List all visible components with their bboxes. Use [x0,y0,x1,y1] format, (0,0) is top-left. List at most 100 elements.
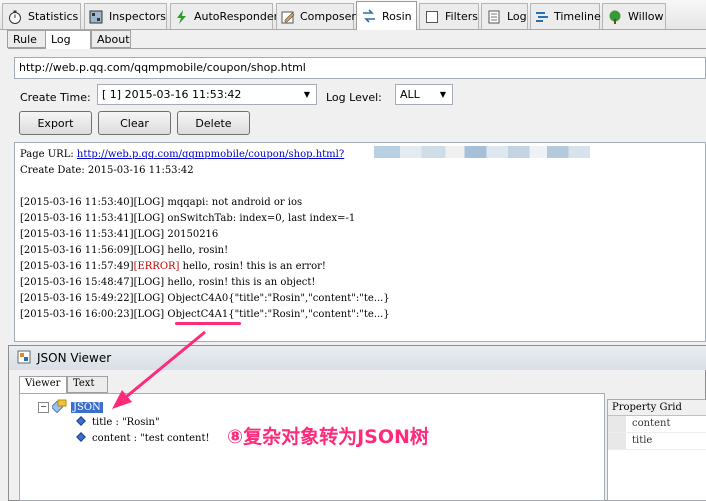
tab-filters[interactable]: Filters [419,3,479,29]
clear-button[interactable]: Clear [98,111,171,135]
create-date-line: Create Date: 2015-03-16 11:53:42 [20,165,194,176]
chevron-down-icon: ▼ [303,90,311,99]
log-time: [2015-03-16 11:53:41] [20,213,134,224]
create-time-value: [ 1] 2015-03-16 11:53:42 [102,88,242,101]
log-line: [2015-03-16 15:48:47][LOG] hello, rosin!… [20,275,700,291]
log-line: [2015-03-16 11:57:49][ERROR] hello, rosi… [20,259,700,275]
log-line: [2015-03-16 11:56:09][LOG] hello, rosin! [20,243,700,259]
tab-willow[interactable]: Willow [602,3,666,29]
log-line: [2015-03-16 11:53:41][LOG] 20150216 [20,227,700,243]
button-label: Delete [195,116,232,130]
log-message: mqqapi: not android or ios [164,197,303,208]
log-message: hello, rosin! this is an object! [164,277,316,288]
json-root-label: JSON [71,402,103,413]
log-level: [LOG] [133,245,165,256]
json-tree-node[interactable]: title : "Rosin" [76,416,160,429]
tab-statistics[interactable]: Statistics [2,3,81,29]
url-field[interactable]: http://web.p.qq.com/qqmpmobile/coupon/sh… [14,57,706,79]
collapse-toggle-icon[interactable]: − [38,402,49,413]
log-line: [2015-03-16 11:53:40][LOG] mqqapi: not a… [20,195,700,211]
log-output[interactable]: Page URL: http://web.p.qq.com/qqmpmobile… [14,142,706,342]
json-viewer-titlebar[interactable]: JSON Viewer [9,346,706,370]
rosin-arrows-icon [361,8,377,24]
url-text: http://web.p.qq.com/qqmpmobile/coupon/sh… [19,61,306,74]
json-node-label: content : "test content! [92,433,210,444]
log-level: [LOG] [133,213,165,224]
tab-inspectors[interactable]: Inspectors [84,3,167,29]
button-label: Export [37,116,74,130]
tab-label: Log [51,33,71,46]
timeline-icon [535,9,549,25]
log-line[interactable]: [2015-03-16 15:49:22][LOG] ObjectC4A0{"t… [20,291,700,307]
diamond-icon [76,432,86,445]
property-row[interactable]: content [608,416,706,433]
tab-autoresponder[interactable]: AutoResponder [170,3,278,29]
export-button[interactable]: Export [19,111,92,135]
property-grid[interactable]: Property Grid content title [607,399,706,501]
json-node-label: title : "Rosin" [92,417,160,428]
log-line: [2015-03-16 11:53:41][LOG] onSwitchTab: … [20,211,700,227]
log-message: onSwitchTab: index=0, last index=-1 [164,213,356,224]
inspectors-icon [89,9,104,25]
property-row[interactable]: title [608,433,706,450]
log-level: [LOG] [133,277,165,288]
log-time: [2015-03-16 11:56:09] [20,245,134,256]
tab-viewer[interactable]: Viewer [19,376,67,394]
log-line[interactable]: [2015-03-16 16:00:23][LOG] ObjectC4A1{"t… [20,307,700,323]
json-root-icon [50,399,68,416]
annotation-caption: ⑧复杂对象转为JSON树 [227,426,429,448]
log-level-error: [ERROR] [133,261,180,272]
json-root-node[interactable]: − JSON [38,399,103,416]
log-time: [2015-03-16 15:49:22] [20,293,134,304]
log-level-value: ALL [400,88,420,101]
create-time-label: Create Time: [20,91,91,104]
tab-label: Rule [13,33,37,46]
log-message: hello, rosin! this is an error! [179,261,326,272]
top-tab-bar: Statistics Inspectors AutoResponder Comp… [0,0,706,30]
timer-icon [7,9,23,25]
tab-label: Text [73,378,95,389]
tab-label: Inspectors [108,10,166,23]
log-level: [LOG] [133,197,165,208]
log-level-select[interactable]: ALL ▼ [395,84,453,105]
tab-timeline[interactable]: Timeline [530,3,601,29]
log-level: [LOG] [133,229,165,240]
checkbox-icon [424,9,440,25]
delete-button[interactable]: Delete [177,111,250,135]
log-level: [LOG] [133,309,165,320]
create-time-select[interactable]: [ 1] 2015-03-16 11:53:42 ▼ [97,84,317,105]
log-message: ObjectC4A0{"title":"Rosin","content":"te… [164,293,390,304]
tab-rosin[interactable]: Rosin [356,1,417,30]
tab-label: AutoResponder [194,10,279,23]
highlight-underline [175,322,241,325]
json-tree-node[interactable]: content : "test content! [76,432,210,445]
log-message: 20150216 [164,229,219,240]
tab-label: Viewer [25,378,61,389]
log-time: [2015-03-16 11:53:41] [20,229,134,240]
log-level: [LOG] [133,293,165,304]
composer-icon [281,9,295,25]
tab-label: Filters [445,10,478,23]
tab-log-sub[interactable]: Log [45,30,91,49]
tab-label: Timeline [554,10,601,23]
tab-composer[interactable]: Composer [276,3,356,29]
willow-tree-icon [607,9,623,25]
tab-text[interactable]: Text [67,376,108,393]
tab-rule[interactable]: Rule [7,30,46,48]
tab-label: Log [507,10,527,23]
log-time: [2015-03-16 11:53:40] [20,197,134,208]
page-url-label: Page URL: [20,149,74,160]
tab-log[interactable]: Log [481,3,528,29]
log-time: [2015-03-16 16:00:23] [20,309,134,320]
json-viewer-app-icon [17,350,31,367]
tab-about[interactable]: About [91,30,131,48]
log-time: [2015-03-16 15:48:47] [20,277,134,288]
page-url-link[interactable]: http://web.p.qq.com/qqmpmobile/coupon/sh… [77,149,344,160]
tab-label: Composer [300,10,356,23]
log-message: hello, rosin! [164,245,229,256]
log-message: ObjectC4A1{"title":"Rosin","content":"te… [164,309,390,320]
log-icon [486,9,502,25]
log-level-label: Log Level: [326,91,382,104]
json-viewer-title: JSON Viewer [37,351,112,365]
